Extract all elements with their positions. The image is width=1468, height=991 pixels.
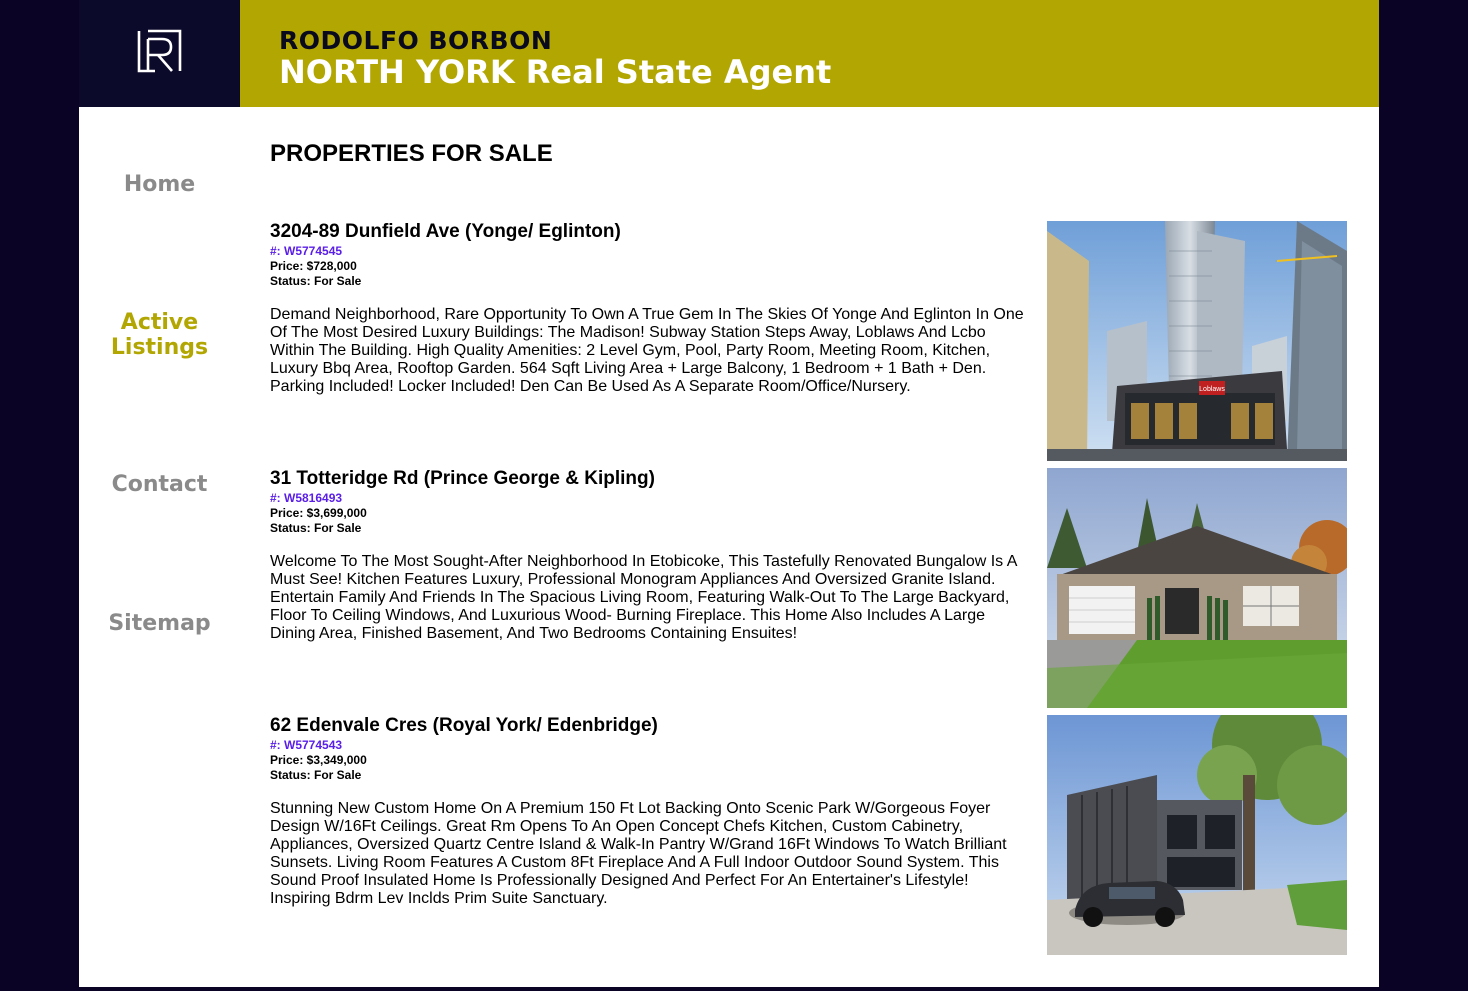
listing-address[interactable]: 31 Totteridge Rd (Prince George & Kiplin…: [270, 468, 655, 490]
listing-price: Price: $3,349,000: [270, 753, 367, 767]
listing-status: Status: For Sale: [270, 521, 362, 535]
site-header: RODOLFO BORBON NORTH YORK Real State Age…: [240, 0, 1379, 107]
store-sign-text: Loblaws: [1199, 386, 1225, 393]
listing-photo-modern-home[interactable]: [1047, 715, 1347, 955]
nav-home-link[interactable]: Home: [79, 172, 240, 197]
listing-mls-link[interactable]: #: W5774545: [270, 244, 342, 259]
listing-item: 62 Edenvale Cres (Royal York/ Edenbridge…: [270, 715, 1348, 955]
nav-active-listings-line2: Listings: [110, 335, 209, 360]
listing-status: Status: For Sale: [270, 768, 362, 782]
nav-contact-link[interactable]: Contact: [79, 472, 240, 497]
listing-address[interactable]: 62 Edenvale Cres (Royal York/ Edenbridge…: [270, 715, 658, 737]
listing-mls-link[interactable]: #: W5816493: [270, 491, 342, 506]
nav-active-listings-link[interactable]: Active Listings: [79, 310, 240, 360]
listing-mls-link[interactable]: #: W5774543: [270, 738, 342, 753]
listing-photo-condo-tower[interactable]: Loblaws: [1047, 221, 1347, 461]
listing-description: Welcome To The Most Sought-After Neighbo…: [270, 553, 1017, 642]
listing-item: 3204-89 Dunfield Ave (Yonge/ Eglinton) #…: [270, 221, 1348, 461]
nav-active-listings-line1: Active: [120, 310, 199, 335]
page-container: RODOLFO BORBON NORTH YORK Real State Age…: [79, 0, 1379, 987]
agent-name: RODOLFO BORBON: [279, 26, 553, 55]
listing-item: 31 Totteridge Rd (Prince George & Kiplin…: [270, 468, 1348, 708]
listing-status: Status: For Sale: [270, 274, 362, 288]
listing-description: Stunning New Custom Home On A Premium 15…: [270, 800, 1007, 907]
listing-photo-bungalow[interactable]: [1047, 468, 1347, 708]
nav-sitemap-link[interactable]: Sitemap: [79, 611, 240, 636]
listing-price: Price: $728,000: [270, 259, 357, 273]
listing-price: Price: $3,699,000: [270, 506, 367, 520]
agent-title: NORTH YORK Real State Agent: [279, 53, 832, 91]
listing-description: Demand Neighborhood, Rare Opportunity To…: [270, 306, 1024, 395]
logo-box[interactable]: [79, 0, 240, 107]
page-title: PROPERTIES FOR SALE: [270, 140, 553, 167]
listing-address[interactable]: 3204-89 Dunfield Ave (Yonge/ Eglinton): [270, 221, 621, 243]
r-monogram-logo-icon[interactable]: [136, 27, 184, 75]
